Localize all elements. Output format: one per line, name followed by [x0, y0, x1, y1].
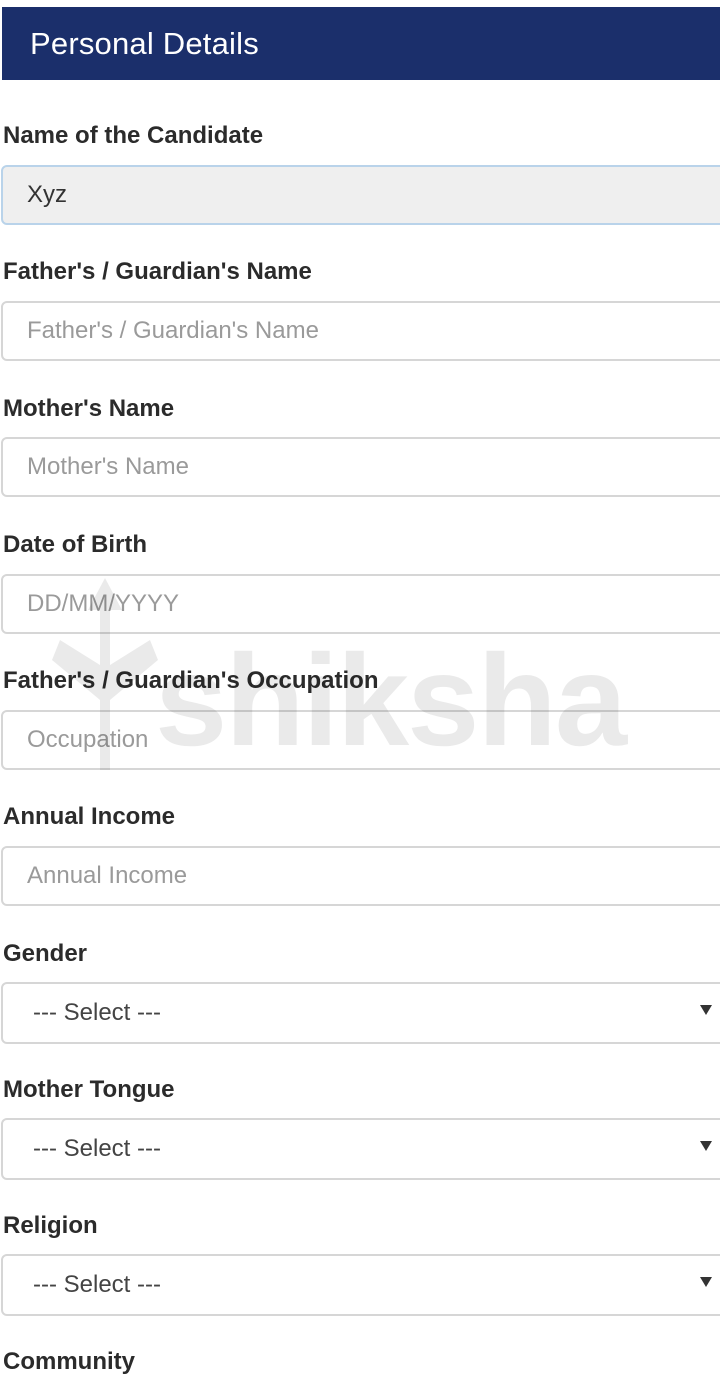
mother-tongue-label: Mother Tongue: [3, 1076, 175, 1103]
section-title: Personal Details: [30, 26, 259, 61]
candidate-name-input[interactable]: [1, 165, 720, 225]
dob-input[interactable]: [1, 574, 720, 634]
occupation-input[interactable]: [1, 710, 720, 770]
income-input[interactable]: [1, 846, 720, 906]
mother-tongue-selected-value: --- Select ---: [33, 1135, 161, 1162]
father-name-input[interactable]: [1, 301, 720, 361]
gender-selected-value: --- Select ---: [33, 999, 161, 1026]
caret-down-icon: [700, 1005, 712, 1015]
candidate-name-label: Name of the Candidate: [3, 122, 264, 149]
dob-label: Date of Birth: [3, 531, 147, 558]
occupation-label: Father's / Guardian's Occupation: [3, 667, 379, 694]
mother-name-label: Mother's Name: [3, 395, 175, 422]
caret-down-icon: [700, 1141, 712, 1151]
income-label: Annual Income: [3, 803, 176, 830]
religion-selected-value: --- Select ---: [33, 1271, 161, 1298]
section-header: Personal Details: [2, 7, 720, 80]
gender-select[interactable]: --- Select ---: [1, 982, 720, 1044]
religion-label: Religion: [3, 1212, 98, 1239]
mother-name-input[interactable]: [1, 437, 720, 497]
gender-label: Gender: [3, 940, 88, 967]
community-label: Community: [3, 1348, 135, 1375]
mother-tongue-select[interactable]: --- Select ---: [1, 1118, 720, 1180]
religion-select[interactable]: --- Select ---: [1, 1254, 720, 1316]
father-name-label: Father's / Guardian's Name: [3, 258, 312, 285]
caret-down-icon: [700, 1277, 712, 1287]
